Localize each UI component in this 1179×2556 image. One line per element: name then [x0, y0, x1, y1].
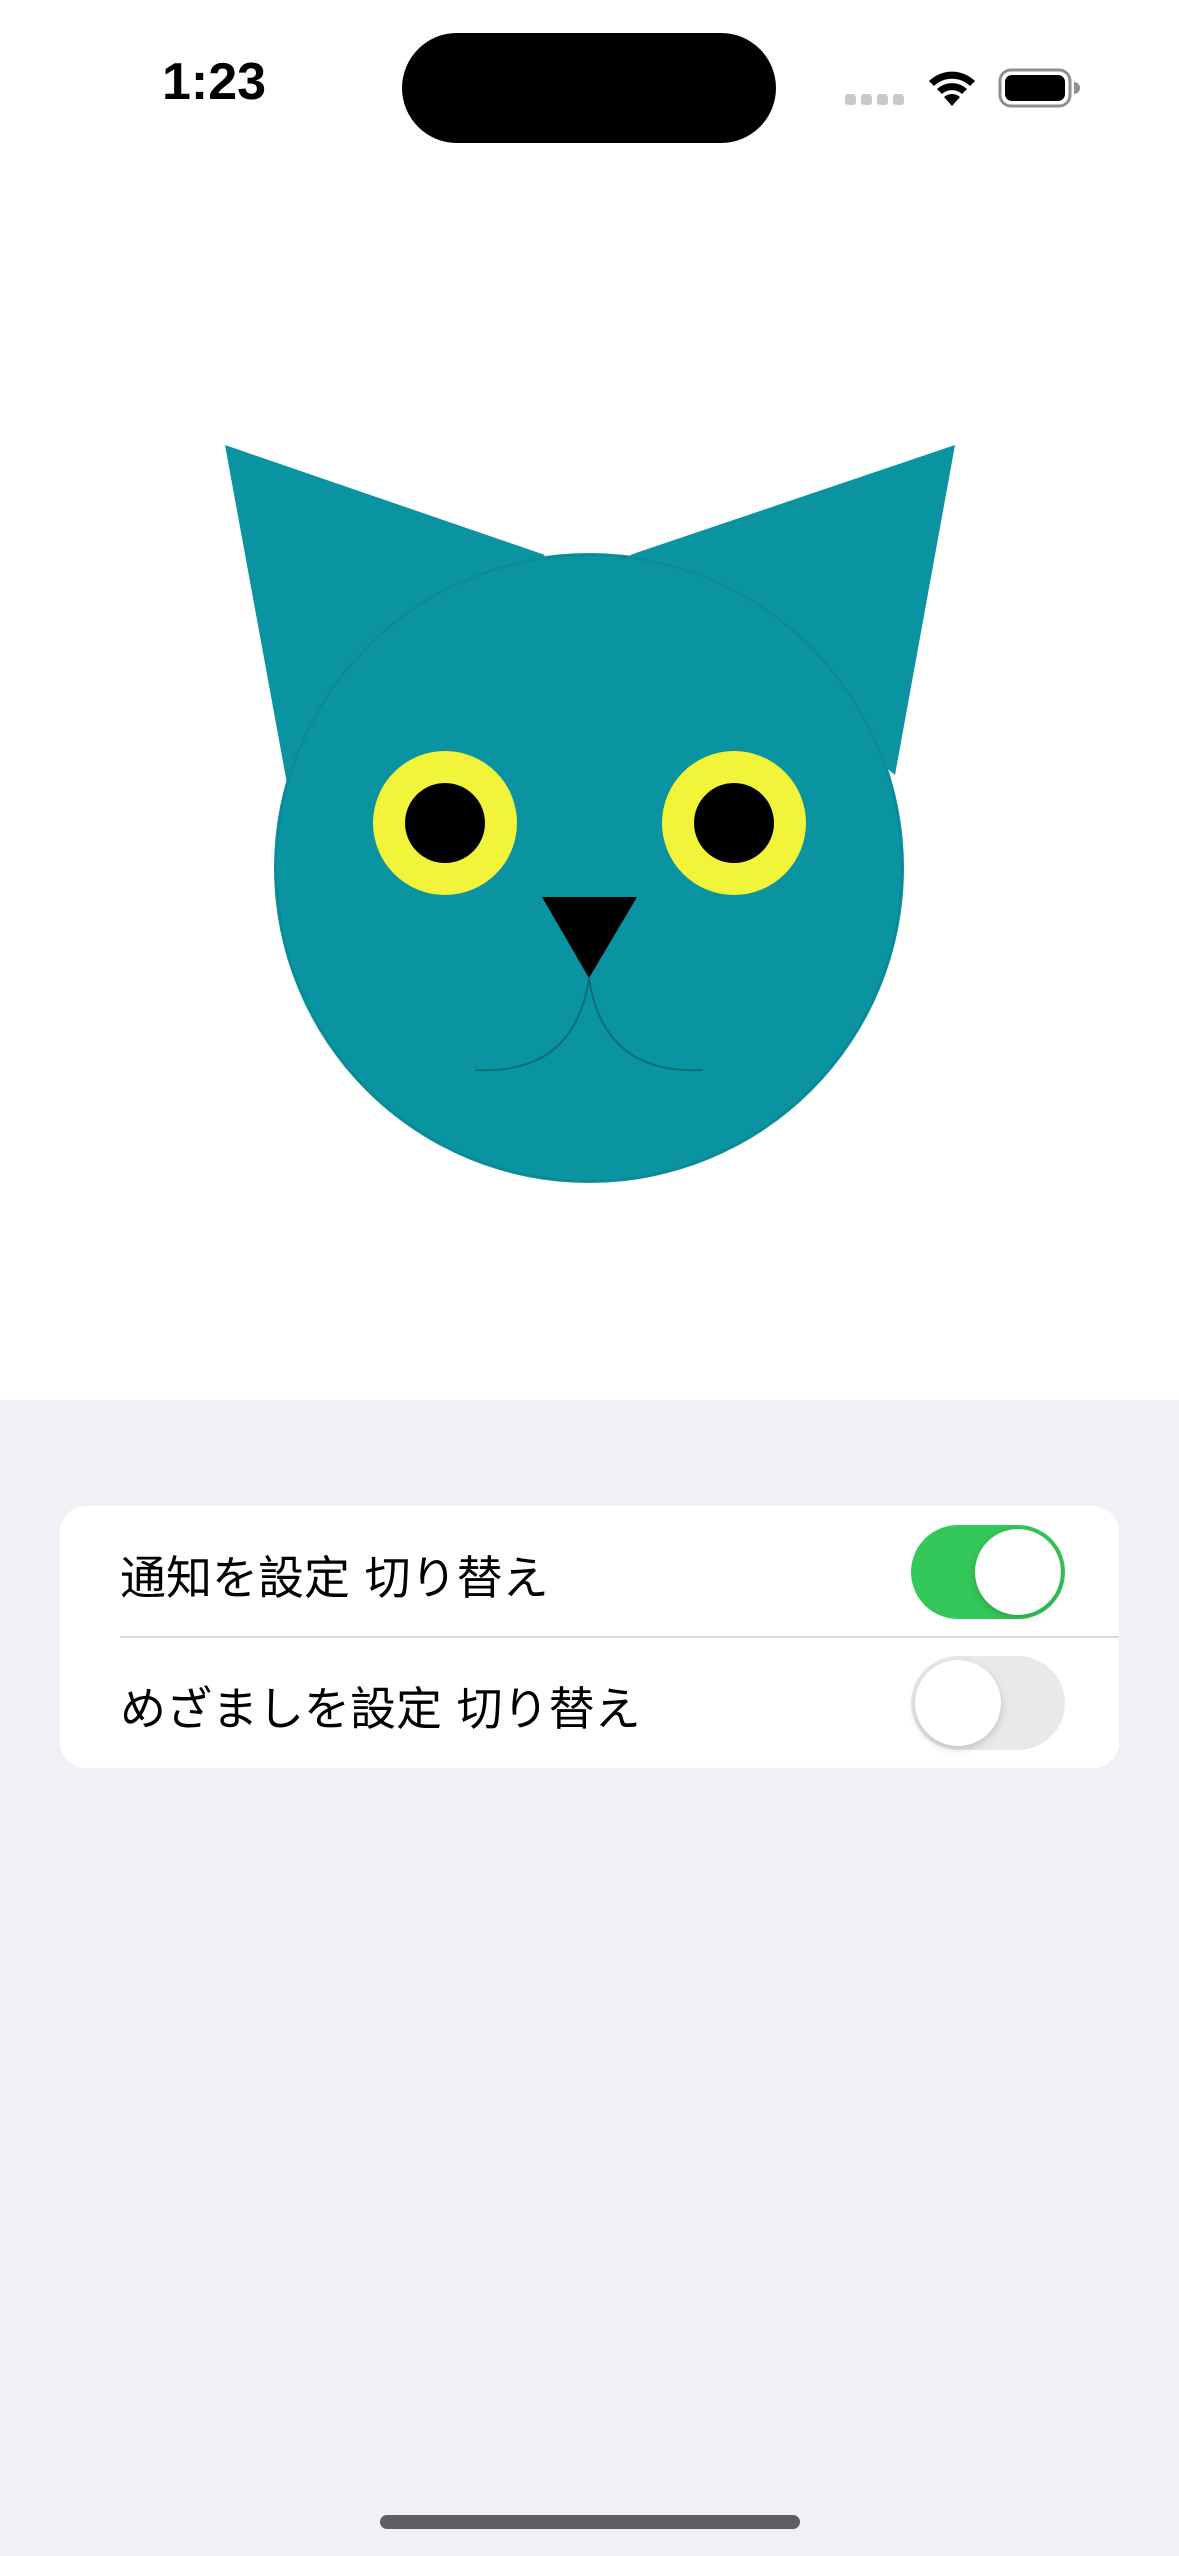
home-indicator[interactable] — [380, 2515, 800, 2529]
alarm-toggle[interactable] — [911, 1656, 1065, 1750]
setting-row-notification: 通知を設定 切り替え — [60, 1506, 1119, 1638]
dynamic-island — [402, 33, 776, 143]
status-bar: 1:23 — [0, 0, 1179, 175]
setting-label: 通知を設定 切り替え — [120, 1551, 549, 1605]
toggle-knob — [975, 1529, 1061, 1615]
battery-icon — [998, 68, 1080, 108]
cat-head — [274, 553, 904, 1183]
settings-section: 通知を設定 切り替え めざましを設定 切り替え — [0, 1400, 1179, 2556]
setting-label: めざましを設定 切り替え — [120, 1682, 641, 1736]
toggle-knob — [915, 1660, 1001, 1746]
notification-toggle[interactable] — [911, 1525, 1065, 1619]
cat-face-drawing — [225, 445, 955, 1183]
wifi-icon — [929, 71, 975, 106]
cellular-signal-icon — [845, 94, 905, 108]
cat-right-pupil — [694, 783, 774, 863]
cat-left-pupil — [405, 783, 485, 863]
status-time: 1:23 — [162, 53, 267, 111]
settings-list: 通知を設定 切り替え めざましを設定 切り替え — [60, 1506, 1119, 1768]
setting-row-alarm: めざましを設定 切り替え — [60, 1637, 1119, 1768]
cat-illustration — [0, 175, 1179, 1400]
